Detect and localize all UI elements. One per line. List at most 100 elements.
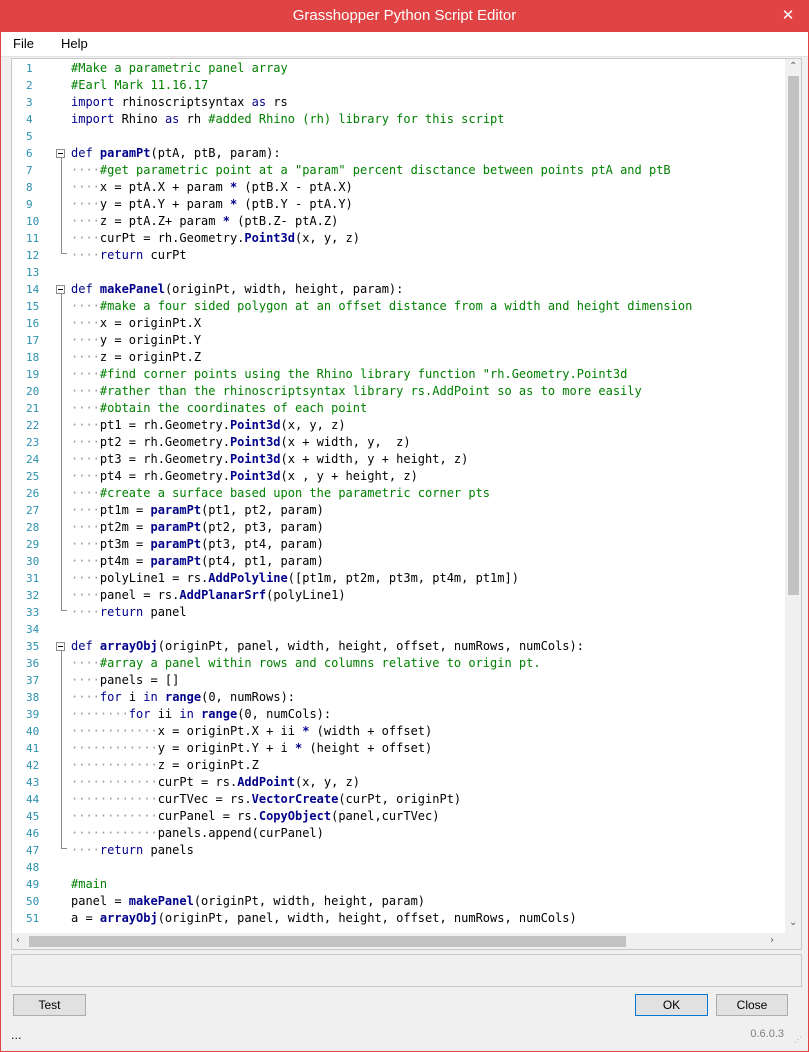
output-panel (11, 954, 802, 987)
fold-toggle-makePanel[interactable] (56, 285, 65, 294)
code-line-text: ····polyLine1 = rs.AddPolyline([pt1m, pt… (71, 571, 519, 585)
code-line-text: ············curPt = rs.AddPoint(x, y, z) (71, 775, 361, 789)
code-line-text: ····return panel (71, 605, 187, 619)
line-number: 51 (26, 912, 40, 925)
line-number: 43 (26, 776, 40, 789)
scroll-left-icon[interactable]: ‹ (16, 935, 20, 947)
line-number: 8 (26, 181, 33, 194)
code-line-text: ····pt2 = rh.Geometry.Point3d(x + width,… (71, 435, 411, 449)
code-line-text: ····pt2m = paramPt(pt2, pt3, param) (71, 520, 324, 534)
scroll-up-icon[interactable]: ⌃ (789, 61, 797, 73)
code-line-text: ····for i in range(0, numRows): (71, 690, 296, 704)
horizontal-scroll-thumb[interactable] (29, 936, 626, 947)
line-number: 19 (26, 368, 40, 381)
code-line-text: ····#make a four sided polygon at an off… (71, 299, 693, 313)
fold-toggle-paramPt[interactable] (56, 149, 65, 158)
fold-guide (61, 651, 62, 848)
code-line-text: ····#rather than the rhinoscriptsyntax l… (71, 384, 642, 398)
line-number: 11 (26, 232, 40, 245)
code-editor[interactable]: 1 #Make a parametric panel array 2 #Earl Ma… (11, 58, 802, 950)
vertical-scroll-thumb[interactable] (788, 76, 799, 595)
menu-bar: File Help (1, 32, 808, 57)
code-line-text: ············panels.append(curPanel) (71, 826, 324, 840)
fold-guide (61, 294, 62, 610)
scroll-right-icon[interactable]: › (770, 935, 774, 947)
code-line-text: ····#obtain the coordinates of each poin… (71, 401, 368, 415)
code-line-text: ········for ii in range(0, numCols): (71, 707, 332, 721)
code-line-text: def arrayObj(originPt, panel, width, hei… (71, 639, 584, 653)
status-ellipsis: ... (11, 1029, 22, 1042)
resize-grip-icon[interactable]: ⋰ (794, 1036, 804, 1047)
fold-end (61, 610, 67, 611)
line-number: 14 (26, 283, 40, 296)
close-icon[interactable]: ✕ (777, 5, 799, 25)
line-number: 48 (26, 861, 40, 874)
line-number: 33 (26, 606, 40, 619)
title-bar[interactable]: Grasshopper Python Script Editor ✕ (1, 1, 808, 32)
code-line-text: ············z = originPt.Z (71, 758, 259, 772)
code-line-text: import rhinoscriptsyntax as rs (71, 95, 288, 109)
line-number: 17 (26, 334, 40, 347)
code-line-text: ············y = originPt.Y + i * (height… (71, 741, 433, 755)
code-line-text: ············curTVec = rs.VectorCreate(cu… (71, 792, 462, 806)
scroll-down-icon[interactable]: ⌄ (789, 917, 797, 929)
code-line-text: ····x = ptA.X + param * (ptB.X - ptA.X) (71, 180, 353, 194)
code-line-text: ····pt4 = rh.Geometry.Point3d(x , y + he… (71, 469, 418, 483)
line-number: 36 (26, 657, 40, 670)
line-number: 15 (26, 300, 40, 313)
line-number: 29 (26, 538, 40, 551)
code-line-text: ····pt3m = paramPt(pt3, pt4, param) (71, 537, 324, 551)
fold-end (61, 848, 67, 849)
code-line-text: ····pt3 = rh.Geometry.Point3d(x + width,… (71, 452, 469, 466)
line-number: 42 (26, 759, 40, 772)
code-line-text: ····z = originPt.Z (71, 350, 202, 364)
line-number: 45 (26, 810, 40, 823)
line-number: 25 (26, 470, 40, 483)
code-line-text: ····pt1m = paramPt(pt1, pt2, param) (71, 503, 324, 517)
code-line-text: ····x = originPt.X (71, 316, 202, 330)
vertical-scrollbar[interactable]: ⌃ ⌄ (785, 59, 801, 933)
code-line-text: ····y = originPt.Y (71, 333, 202, 347)
line-number: 39 (26, 708, 40, 721)
script-editor-window: Grasshopper Python Script Editor ✕ File … (0, 0, 809, 1052)
line-number: 7 (26, 164, 33, 177)
code-line-text: ····#array a panel within rows and colum… (71, 656, 541, 670)
line-number: 50 (26, 895, 40, 908)
fold-toggle-arrayObj[interactable] (56, 642, 65, 651)
version-label: 0.6.0.3 (750, 1028, 784, 1040)
close-button[interactable]: Close (716, 994, 788, 1016)
line-number: 18 (26, 351, 40, 364)
line-number: 13 (26, 266, 40, 279)
test-button[interactable]: Test (13, 994, 86, 1016)
ok-button[interactable]: OK (635, 994, 708, 1016)
line-number: 20 (26, 385, 40, 398)
code-line-text: ····panels = [] (71, 673, 180, 687)
code-line-text: #Earl Mark 11.16.17 (71, 78, 209, 92)
line-number: 47 (26, 844, 40, 857)
line-number: 5 (26, 130, 33, 143)
code-line-text: def makePanel(originPt, width, height, p… (71, 282, 404, 296)
code-line-text: ············x = originPt.X + ii * (width… (71, 724, 433, 738)
fold-guide (61, 158, 62, 253)
code-line-text: import Rhino as rh #added Rhino (rh) lib… (71, 112, 505, 126)
code-line-text: def paramPt(ptA, ptB, param): (71, 146, 281, 160)
code-line-text: a = arrayObj(originPt, panel, width, hei… (71, 911, 577, 925)
code-line-text: #Make a parametric panel array (71, 61, 288, 75)
line-number: 38 (26, 691, 40, 704)
line-number: 30 (26, 555, 40, 568)
line-number: 35 (26, 640, 40, 653)
menu-file[interactable]: File (13, 36, 34, 51)
line-number: 27 (26, 504, 40, 517)
line-number: 49 (26, 878, 40, 891)
line-number: 3 (26, 96, 33, 109)
menu-help[interactable]: Help (61, 36, 88, 51)
line-number: 21 (26, 402, 40, 415)
horizontal-scrollbar[interactable]: ‹ › (12, 933, 785, 949)
code-line-text: ····curPt = rh.Geometry.Point3d(x, y, z) (71, 231, 361, 245)
line-number: 22 (26, 419, 40, 432)
code-line-text: ····z = ptA.Z+ param * (ptB.Z- ptA.Z) (71, 214, 339, 228)
fold-end (61, 253, 67, 254)
code-line-text: panel = makePanel(originPt, width, heigh… (71, 894, 426, 908)
code-line-text: ····return curPt (71, 248, 187, 262)
code-line-text: ····return panels (71, 843, 194, 857)
